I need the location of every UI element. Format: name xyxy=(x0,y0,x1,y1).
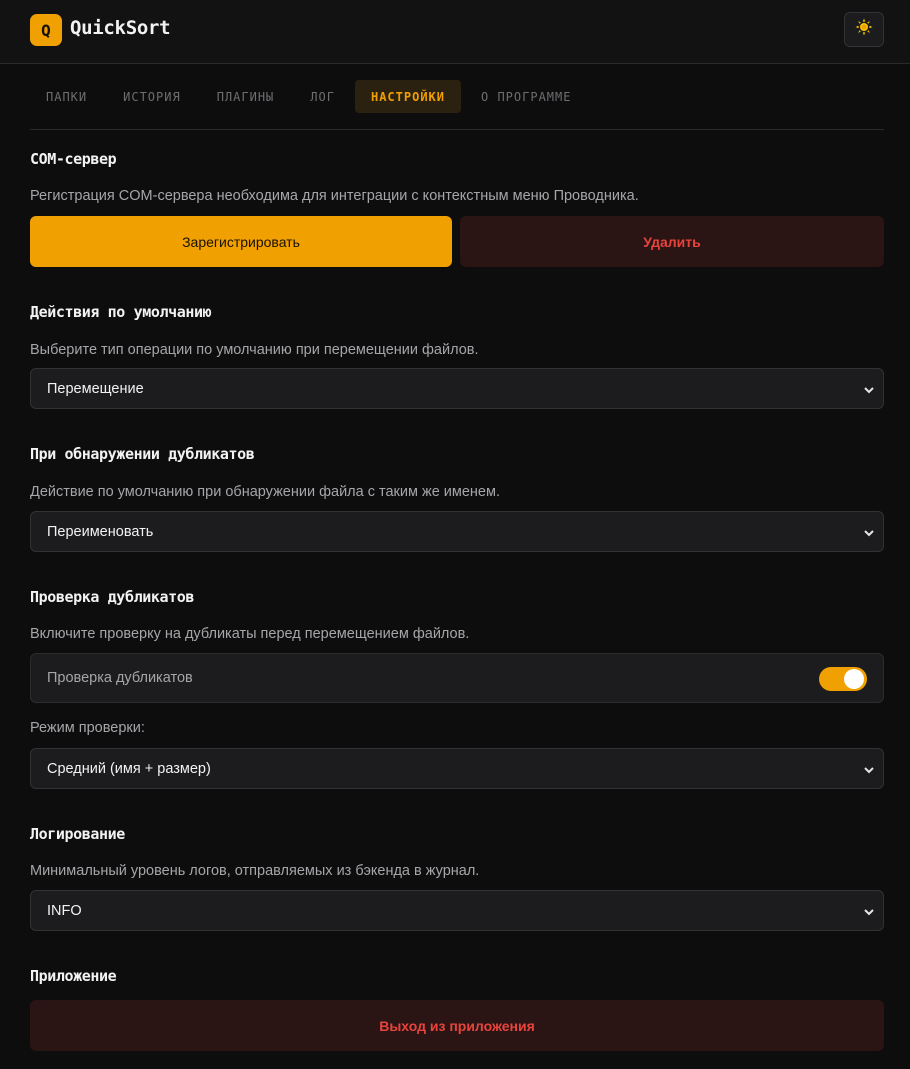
on-duplicate-select[interactable]: Переименовать xyxy=(30,511,884,552)
register-button[interactable]: Зарегистрировать xyxy=(30,216,452,267)
chevron-down-icon xyxy=(863,905,875,923)
log-level-select[interactable]: INFO xyxy=(30,890,884,931)
logging-description: Минимальный уровень логов, отправляемых … xyxy=(30,863,480,879)
com-server-description: Регистрация COM-сервера необходима для и… xyxy=(30,188,639,204)
app-logo: Q xyxy=(30,14,62,46)
on-duplicate-value: Переименовать xyxy=(47,524,154,540)
logging-title: Логирование xyxy=(30,825,125,843)
tab-settings[interactable]: НАСТРОЙКИ xyxy=(354,80,461,113)
default-action-select[interactable]: Перемещение xyxy=(30,368,884,409)
duplicate-check-title: Проверка дубликатов xyxy=(30,588,194,606)
app-title: QuickSort xyxy=(70,17,171,39)
remove-button[interactable]: Удалить xyxy=(460,216,884,267)
duplicate-check-toggle-label: Проверка дубликатов xyxy=(47,670,193,686)
tab-log[interactable]: ЛОГ xyxy=(294,80,351,113)
tab-about[interactable]: О ПРОГРАММЕ xyxy=(465,80,587,113)
duplicate-check-toggle[interactable] xyxy=(819,667,867,691)
check-mode-label: Режим проверки: xyxy=(30,720,145,736)
theme-toggle-button[interactable] xyxy=(844,12,884,47)
application-title: Приложение xyxy=(30,967,117,985)
app-header: Q QuickSort xyxy=(0,0,910,64)
default-action-value: Перемещение xyxy=(47,381,144,397)
default-action-title: Действия по умолчанию xyxy=(30,303,212,321)
sun-icon xyxy=(855,18,873,41)
default-action-description: Выберите тип операции по умолчанию при п… xyxy=(30,342,479,358)
exit-app-button[interactable]: Выход из приложения xyxy=(30,1000,884,1051)
com-server-title: COM-сервер xyxy=(30,150,117,168)
chevron-down-icon xyxy=(863,763,875,781)
chevron-down-icon xyxy=(863,383,875,401)
check-mode-select[interactable]: Средний (имя + размер) xyxy=(30,748,884,789)
toggle-knob xyxy=(844,669,864,689)
on-duplicate-title: При обнаружении дубликатов xyxy=(30,445,255,463)
tabs-divider xyxy=(30,129,884,130)
tab-folders[interactable]: ПАПКИ xyxy=(30,80,103,113)
tab-history[interactable]: ИСТОРИЯ xyxy=(107,80,197,113)
on-duplicate-description: Действие по умолчанию при обнаружении фа… xyxy=(30,484,500,500)
duplicate-check-description: Включите проверку на дубликаты перед пер… xyxy=(30,626,470,642)
tab-plugins[interactable]: ПЛАГИНЫ xyxy=(201,80,291,113)
chevron-down-icon xyxy=(863,526,875,544)
tab-bar: ПАПКИ ИСТОРИЯ ПЛАГИНЫ ЛОГ НАСТРОЙКИ О ПР… xyxy=(30,80,591,113)
duplicate-check-row: Проверка дубликатов xyxy=(30,653,884,703)
log-level-value: INFO xyxy=(47,903,82,919)
check-mode-value: Средний (имя + размер) xyxy=(47,761,211,777)
